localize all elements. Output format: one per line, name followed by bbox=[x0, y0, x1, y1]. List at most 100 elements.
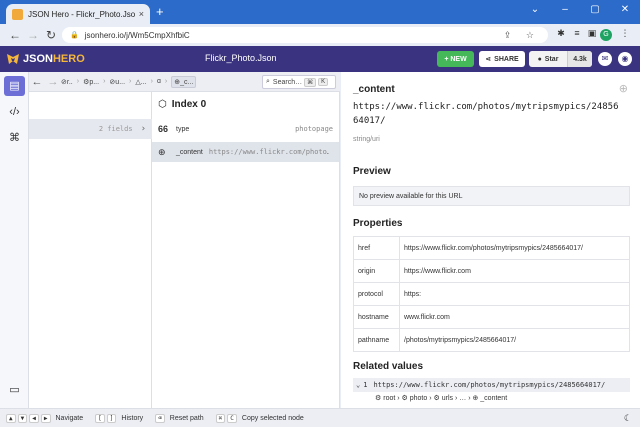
column-title: ⬡ Index 0 bbox=[158, 99, 206, 110]
chevron-down-icon: ⌄ bbox=[356, 381, 361, 389]
file-name[interactable]: Flickr_Photo.Json bbox=[205, 53, 277, 63]
field-count: 2 fields bbox=[98, 125, 133, 133]
preview-heading: Preview bbox=[353, 166, 391, 177]
theme-toggle-icon[interactable]: ☾ bbox=[624, 413, 632, 424]
side-rail: ▤ ‹/› ⌘ ▭ bbox=[0, 72, 29, 408]
breadcrumb-content[interactable]: ⊕_c... bbox=[171, 75, 197, 88]
table-row: pathname/photos/mytripsmypics/2485664017… bbox=[353, 328, 630, 352]
related-path[interactable]: ⚙ root › ⚙ photo › ⚙ urls › … › ⊕ _conte… bbox=[375, 394, 507, 402]
back-icon[interactable]: ← bbox=[6, 28, 24, 42]
breadcrumb-root[interactable]: ⊘r.. bbox=[61, 78, 73, 86]
reload-icon[interactable]: ↻ bbox=[42, 28, 60, 42]
quote-icon: 66 bbox=[158, 124, 169, 134]
bookmark-icons[interactable]: ⇪ ☆ bbox=[504, 30, 540, 41]
address-bar[interactable]: 🔒 jsonhero.io/j/Wm5CmpXhfbiC ⇪ ☆ bbox=[62, 27, 548, 43]
lock-icon: 🔒 bbox=[70, 32, 79, 39]
properties-table: href https://www.flickr.com/photos/mytrip… bbox=[353, 236, 630, 352]
table-row: origin https://www.flickr.com bbox=[353, 259, 630, 283]
breadcrumb-url[interactable]: △... bbox=[135, 78, 146, 86]
minimize-button[interactable]: – bbox=[550, 2, 580, 18]
logo-hero-text: HERO bbox=[52, 53, 85, 65]
column-row-selected[interactable]: 2 fields › bbox=[29, 119, 152, 139]
detail-panel: _content ⊕ https://www.flickr.com/photos… bbox=[341, 72, 640, 408]
search-shortcut-k: K bbox=[318, 78, 329, 86]
tree-view-icon[interactable]: ⌘ bbox=[4, 128, 25, 148]
key-backspace-icon: ⌫ bbox=[155, 413, 165, 423]
column-parent: 2 fields › bbox=[29, 92, 152, 408]
property-key: pathname bbox=[353, 328, 400, 352]
discord-icon[interactable]: ◉ bbox=[618, 52, 632, 66]
github-star-label-wrap: ● Star bbox=[529, 51, 568, 67]
detail-value[interactable]: https://www.flickr.com/photos/mytripsmyp… bbox=[353, 100, 623, 128]
column-current: ⬡ Index 0 66 type photopage ⊕ _content h… bbox=[152, 92, 340, 408]
new-button[interactable]: + NEW bbox=[437, 51, 474, 67]
key-right-icon: ▶ bbox=[40, 413, 51, 423]
related-heading: Related values bbox=[353, 361, 424, 372]
breadcrumb-index[interactable]: ɑ bbox=[157, 78, 161, 85]
property-key: href bbox=[353, 236, 400, 260]
extensions-icon[interactable]: ✱ bbox=[554, 28, 568, 39]
related-value-row[interactable]: ⌄ 1 https://www.flickr.com/photos/mytrip… bbox=[353, 378, 630, 392]
tab-title: JSON Hero - Flickr_Photo.Json bbox=[28, 9, 135, 19]
tab-search-icon[interactable]: ⌄ bbox=[520, 2, 550, 18]
media-icon[interactable]: ≡ bbox=[570, 28, 584, 38]
related-value: https://www.flickr.com/photos/mytripsmyp… bbox=[373, 381, 606, 389]
path-forward-icon[interactable]: → bbox=[45, 76, 61, 88]
chevron-right-icon: › bbox=[140, 124, 146, 134]
property-value[interactable]: https://www.flickr.com/photos/mytripsmyp… bbox=[399, 236, 630, 260]
github-star-button[interactable]: ● Star 4.3k bbox=[529, 51, 592, 67]
share-label: SHARE bbox=[494, 55, 519, 63]
column-title-text: Index 0 bbox=[171, 99, 207, 110]
field-row-content[interactable]: ⊕ _content https://www.flickr.com/photo… bbox=[152, 142, 339, 162]
globe-icon: ⊕ bbox=[618, 83, 628, 95]
properties-heading: Properties bbox=[353, 218, 403, 229]
detail-type: string/uri bbox=[353, 136, 380, 143]
search-placeholder: Search… bbox=[272, 78, 303, 86]
side-panel-icon[interactable]: ▣ bbox=[585, 28, 599, 39]
key-left-icon: ◀ bbox=[29, 413, 39, 423]
terminal-icon[interactable]: ▭ bbox=[4, 380, 25, 400]
tab-close-icon[interactable]: × bbox=[139, 9, 144, 19]
profile-avatar[interactable]: G bbox=[600, 29, 612, 41]
jsonhero-logo[interactable]: JSON HERO bbox=[6, 51, 85, 67]
star-label: Star bbox=[544, 55, 559, 63]
navigate-label: Navigate bbox=[55, 414, 84, 422]
share-icon: ⋖ bbox=[485, 56, 492, 63]
property-value[interactable]: www.flickr.com bbox=[399, 305, 630, 329]
column-view-icon[interactable]: ▤ bbox=[4, 76, 25, 96]
globe-icon: ⊕ bbox=[158, 146, 166, 157]
new-tab-button[interactable]: + bbox=[156, 4, 164, 20]
field-key: _content bbox=[176, 148, 203, 156]
field-row-type[interactable]: 66 type photopage bbox=[152, 119, 339, 139]
property-value[interactable]: /photos/mytripsmypics/2485664017/ bbox=[399, 328, 630, 352]
path-photo: photo bbox=[409, 395, 428, 402]
breadcrumb-photo[interactable]: ⚙p... bbox=[83, 78, 99, 86]
key-cmd: ⌘ bbox=[215, 413, 226, 423]
mail-icon[interactable]: ✉ bbox=[598, 52, 612, 66]
field-value: photopage bbox=[295, 125, 333, 133]
maximize-button[interactable]: ▢ bbox=[580, 2, 610, 18]
cube-icon: ⬡ bbox=[158, 99, 167, 110]
browser-toolbar: ← → ↻ 🔒 jsonhero.io/j/Wm5CmpXhfbiC ⇪ ☆ ✱… bbox=[0, 24, 640, 46]
field-value: https://www.flickr.com/photo… bbox=[208, 148, 329, 156]
field-key: type bbox=[176, 125, 190, 133]
share-button[interactable]: ⋖ SHARE bbox=[479, 51, 525, 67]
table-row: href https://www.flickr.com/photos/mytrip… bbox=[353, 236, 630, 260]
code-view-icon[interactable]: ‹/› bbox=[4, 102, 25, 122]
detail-key: _content bbox=[353, 84, 395, 95]
preview-text: No preview available for this URL bbox=[359, 192, 463, 200]
hero-logo-icon bbox=[7, 54, 19, 64]
search-input[interactable]: ⌕ Search… ⌘ K bbox=[262, 75, 336, 89]
property-value[interactable]: https://www.flickr.com bbox=[399, 259, 630, 283]
path-content: _content bbox=[480, 395, 508, 402]
close-window-button[interactable]: ✕ bbox=[610, 2, 640, 18]
browser-tab[interactable]: JSON Hero - Flickr_Photo.Json × bbox=[6, 4, 150, 24]
search-shortcut-cmd: ⌘ bbox=[304, 77, 317, 87]
forward-icon[interactable]: → bbox=[24, 28, 42, 42]
breadcrumb-urls[interactable]: ⊘u... bbox=[109, 78, 125, 86]
property-value[interactable]: https: bbox=[399, 282, 630, 306]
key-bracket-close: ] bbox=[106, 413, 117, 423]
menu-kebab-icon[interactable]: ⋮ bbox=[618, 28, 632, 39]
property-key: hostname bbox=[353, 305, 400, 329]
path-back-icon[interactable]: ← bbox=[29, 76, 45, 88]
